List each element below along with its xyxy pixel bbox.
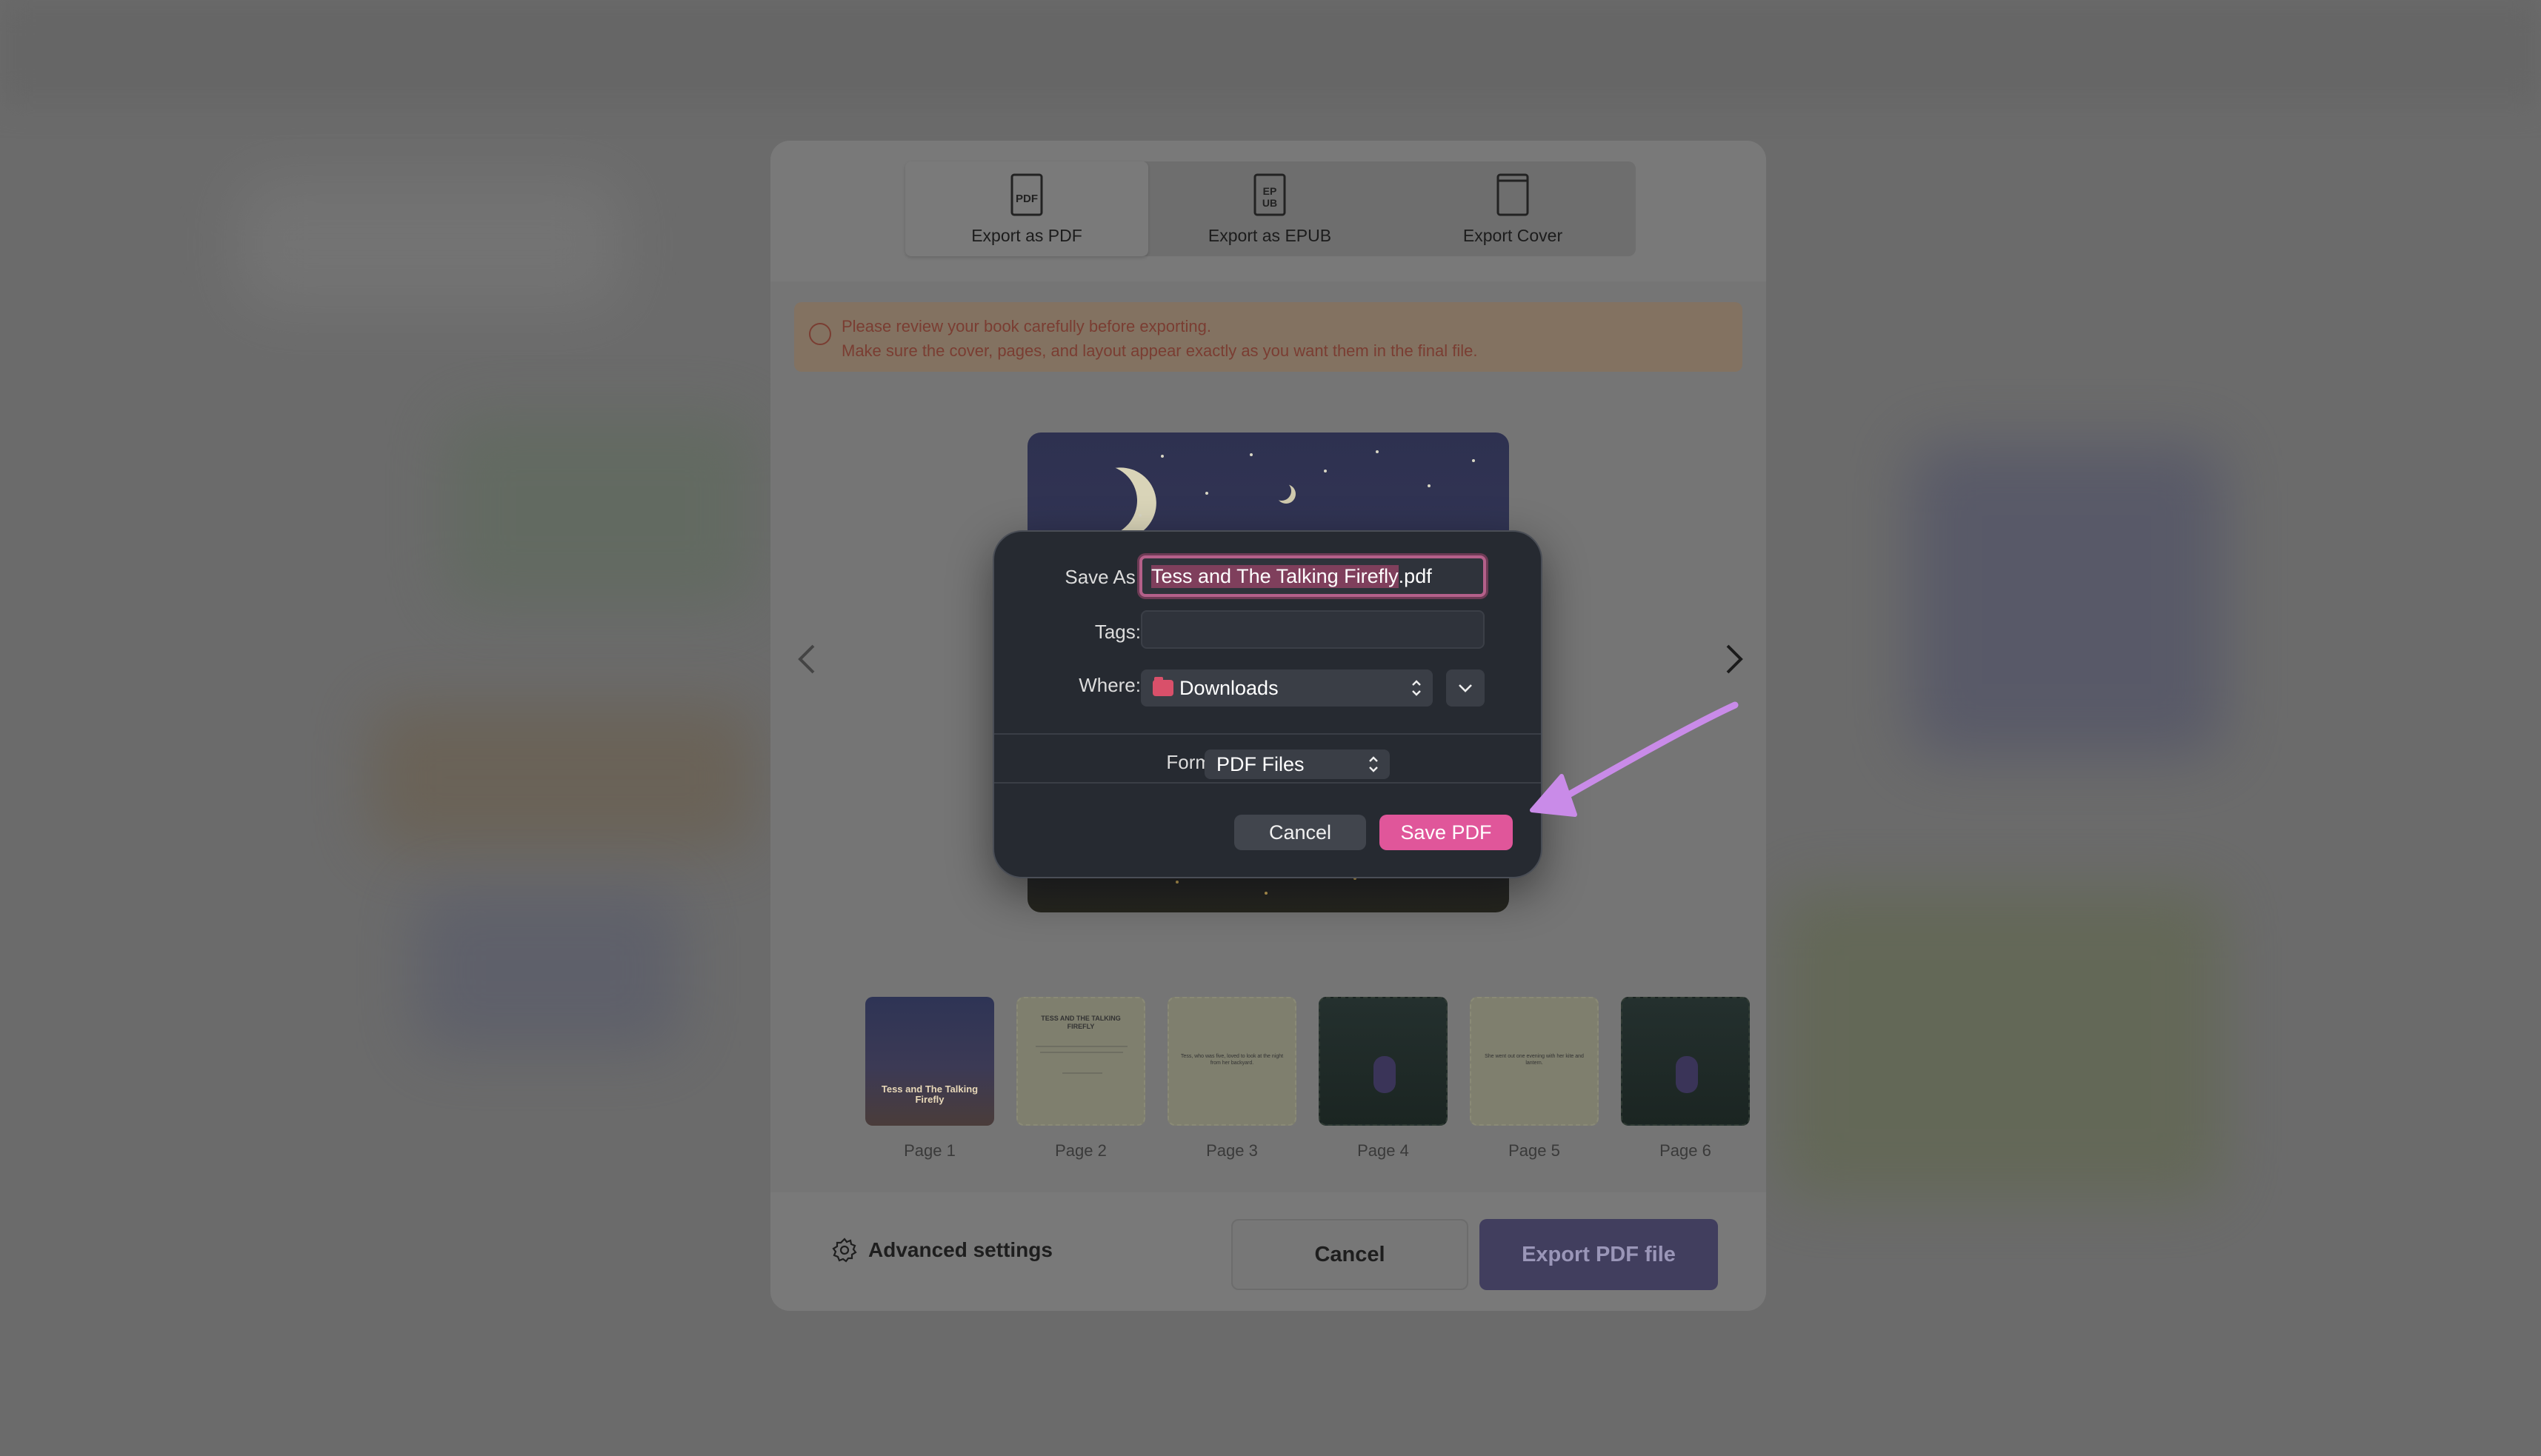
text-line: [1036, 1046, 1128, 1047]
star: [1139, 514, 1142, 517]
folder-icon: [1153, 677, 1173, 696]
background-topbar: [0, 0, 2541, 104]
thumbnail-page-1[interactable]: Tess and The Talking Firefly: [865, 997, 994, 1126]
separator: [994, 733, 1541, 735]
thumbnail-title: TESS AND THE TALKING FIREFLY: [1041, 1015, 1121, 1030]
cover-icon: [1496, 173, 1529, 216]
star: [1176, 881, 1179, 884]
annotation-arrow-icon: [1530, 701, 1739, 817]
character-illustration: [1373, 1056, 1396, 1093]
background-card: [444, 415, 756, 607]
updown-chevron-icon: [1369, 756, 1378, 772]
background-card: [370, 704, 756, 852]
star: [1161, 455, 1164, 458]
updown-chevron-icon: [1412, 680, 1421, 696]
previous-page-chevron-icon[interactable]: [793, 637, 822, 681]
text-line: [1062, 1072, 1102, 1074]
thumbnail-text: Tess, who was five, loved to look at the…: [1180, 1054, 1284, 1066]
dialog-cancel-button[interactable]: Cancel: [1234, 815, 1366, 850]
star: [1376, 450, 1379, 453]
tab-export-epub[interactable]: EP UB Export as EPUB: [1148, 161, 1391, 256]
thumbnail-label: Page 5: [1508, 1141, 1560, 1160]
background-card: [1911, 444, 2222, 755]
tags-field[interactable]: [1141, 610, 1485, 649]
review-notice: Please review your book carefully before…: [794, 302, 1742, 372]
page-thumbnails: Tess and The Talking Firefly Page 1 TESS…: [833, 997, 1750, 1167]
format-value: PDF Files: [1216, 752, 1305, 775]
save-pdf-button[interactable]: Save PDF: [1379, 815, 1513, 850]
tab-label: Export Cover: [1462, 225, 1563, 245]
notice-line-1: Please review your book carefully before…: [842, 317, 1211, 335]
character-illustration: [1676, 1056, 1698, 1093]
info-icon: [809, 323, 831, 345]
modal-cancel-button[interactable]: Cancel: [1231, 1219, 1468, 1290]
format-popup[interactable]: PDF Files: [1205, 749, 1390, 779]
small-moon-illustration: [1272, 481, 1291, 501]
export-tabs: PDF Export as PDF EP UB Export as EPUB E…: [905, 161, 1636, 256]
expand-dialog-button[interactable]: [1446, 669, 1485, 707]
pdf-file-icon: PDF: [1010, 173, 1043, 216]
thumbnail-label: Page 4: [1357, 1141, 1409, 1160]
background-card: [237, 178, 622, 311]
tab-export-cover[interactable]: Export Cover: [1391, 161, 1634, 256]
thumbnail-page-4[interactable]: [1319, 997, 1448, 1126]
where-label: Where:: [1079, 674, 1141, 696]
text-line: [1040, 1052, 1123, 1053]
thumbnail-label: Page 1: [904, 1141, 956, 1160]
thumbnail-page-5[interactable]: She went out one evening with her kite a…: [1470, 997, 1599, 1126]
save-as-label: Save As:: [1065, 566, 1141, 588]
background-card: [415, 889, 682, 1052]
save-dialog: Save As: Tess and The Talking Firefly .pd…: [993, 530, 1542, 878]
svg-text:EP: EP: [1263, 185, 1277, 197]
epub-file-icon: EP UB: [1253, 173, 1286, 216]
separator: [994, 782, 1541, 784]
star: [1205, 492, 1208, 495]
star: [1428, 484, 1431, 487]
star: [1472, 459, 1475, 462]
star: [1250, 453, 1253, 456]
filename-field[interactable]: Tess and The Talking Firefly .pdf: [1139, 555, 1486, 597]
thumbnail-label: Page 3: [1206, 1141, 1258, 1160]
advanced-settings-label: Advanced settings: [868, 1238, 1053, 1261]
modal-footer: Advanced settings Cancel Export PDF file: [770, 1192, 1766, 1311]
notice-line-2: Make sure the cover, pages, and layout a…: [842, 341, 1478, 360]
tab-label: Export as EPUB: [1208, 225, 1332, 245]
filename-extension: .pdf: [1398, 564, 1432, 587]
thumbnail-label: Page 6: [1659, 1141, 1711, 1160]
thumbnail-page-2[interactable]: TESS AND THE TALKING FIREFLY: [1016, 997, 1145, 1126]
svg-text:UB: UB: [1262, 197, 1277, 209]
next-page-chevron-icon[interactable]: [1719, 637, 1748, 681]
tab-label: Export as PDF: [971, 225, 1082, 245]
chevron-down-icon: [1459, 684, 1472, 692]
svg-text:PDF: PDF: [1016, 193, 1038, 205]
thumbnail-label: Page 2: [1055, 1141, 1107, 1160]
filename-selection: Tess and The Talking Firefly: [1151, 564, 1399, 588]
thumbnail-text: She went out one evening with her kite a…: [1485, 1054, 1584, 1066]
gear-icon: [832, 1238, 857, 1263]
thumbnail-page-3[interactable]: Tess, who was five, loved to look at the…: [1168, 997, 1296, 1126]
star: [1265, 892, 1268, 895]
thumbnail-page-6[interactable]: [1621, 997, 1750, 1126]
tags-label: Tags:: [1094, 621, 1141, 643]
location-value: Downloads: [1179, 676, 1279, 699]
tab-export-pdf[interactable]: PDF Export as PDF: [905, 161, 1148, 256]
advanced-settings-button[interactable]: Advanced settings: [831, 1237, 1053, 1263]
background-card: [1778, 889, 2222, 1200]
export-pdf-button[interactable]: Export PDF file: [1479, 1219, 1718, 1290]
star: [1324, 470, 1327, 472]
thumbnail-title: Tess and The Talking Firefly: [881, 1083, 979, 1105]
location-popup[interactable]: Downloads: [1141, 669, 1433, 707]
